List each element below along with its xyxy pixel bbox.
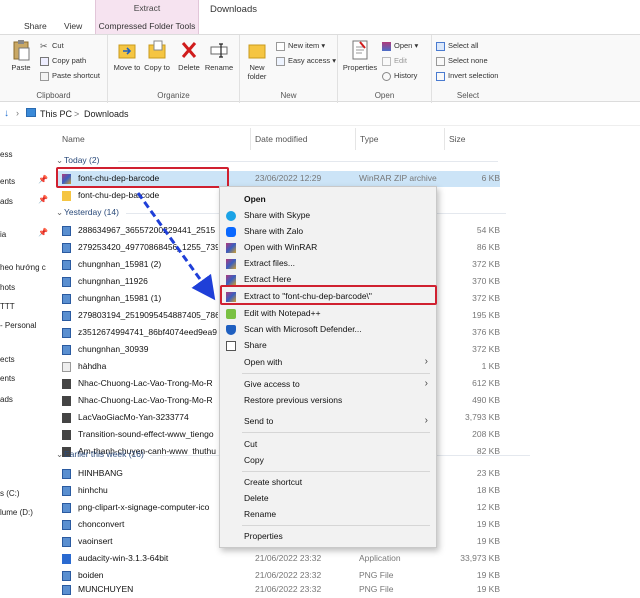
context-menu-item[interactable]: Open with WinRAR	[220, 240, 436, 256]
context-menu-label: Share with Zalo	[244, 226, 304, 236]
context-menu: Open Share with Skype Share with Zalo Open …	[219, 186, 437, 548]
context-menu-item[interactable]: Send to ›	[220, 414, 436, 430]
context-menu-label: Create shortcut	[244, 477, 303, 487]
context-menu-item[interactable]: Copy	[220, 453, 436, 469]
context-menu-item[interactable]: Edit with Notepad++	[220, 306, 436, 322]
share-icon	[226, 341, 236, 351]
context-menu-label: Edit with Notepad++	[244, 308, 321, 318]
context-menu-label: Rename	[244, 509, 277, 519]
context-menu-label: Cut	[244, 439, 258, 449]
context-menu-label: Restore previous versions	[244, 395, 343, 405]
context-menu-label: Give access to	[244, 379, 300, 389]
context-menu-item[interactable]: Share	[220, 338, 436, 354]
menu-separator	[242, 525, 430, 526]
context-menu-label: Share with Skype	[244, 210, 311, 220]
context-menu-item[interactable]: Rename	[220, 507, 436, 523]
winrar-icon	[226, 259, 236, 269]
context-menu-label: Open with WinRAR	[244, 242, 318, 252]
chevron-right-icon: ›	[424, 356, 428, 367]
context-menu-label: Extract files...	[244, 258, 296, 268]
context-menu-item[interactable]: Restore previous versions	[220, 393, 436, 409]
context-menu-item[interactable]: Share with Zalo	[220, 224, 436, 240]
menu-separator	[242, 432, 430, 433]
context-menu-item[interactable]: Scan with Microsoft Defender...	[220, 322, 436, 338]
chevron-right-icon: ›	[424, 378, 428, 389]
defender-icon	[226, 325, 236, 335]
context-menu-label: Delete	[244, 493, 269, 503]
context-menu-item[interactable]: Delete	[220, 491, 436, 507]
winrar-icon	[226, 243, 236, 253]
context-menu-item[interactable]: Open	[220, 192, 436, 208]
notepad-icon	[226, 309, 236, 319]
context-menu-item[interactable]: Cut	[220, 437, 436, 453]
winrar-icon	[226, 275, 236, 285]
extract-to-highlight-box	[220, 285, 437, 305]
context-menu-item[interactable]: Share with Skype	[220, 208, 436, 224]
context-menu-label: Open with	[244, 357, 283, 367]
context-menu-label: Extract Here	[244, 274, 292, 284]
zalo-icon	[226, 227, 236, 237]
context-menu-label: Scan with Microsoft Defender...	[244, 324, 362, 334]
menu-separator	[242, 373, 430, 374]
context-menu-label: Open	[244, 194, 266, 204]
context-menu-item[interactable]: Give access to ›	[220, 377, 436, 393]
context-menu-item[interactable]: Open with ›	[220, 355, 436, 371]
context-menu-item[interactable]: Create shortcut	[220, 475, 436, 491]
context-menu-label: Send to	[244, 416, 274, 426]
menu-separator	[242, 471, 430, 472]
skype-icon	[226, 211, 236, 221]
context-menu-label: Share	[244, 340, 267, 350]
context-menu-item[interactable]: Extract files...	[220, 256, 436, 272]
context-menu-label: Copy	[244, 455, 264, 465]
context-menu-label: Properties	[244, 531, 283, 541]
context-menu-item[interactable]: Properties	[220, 529, 436, 545]
chevron-right-icon: ›	[424, 415, 428, 426]
